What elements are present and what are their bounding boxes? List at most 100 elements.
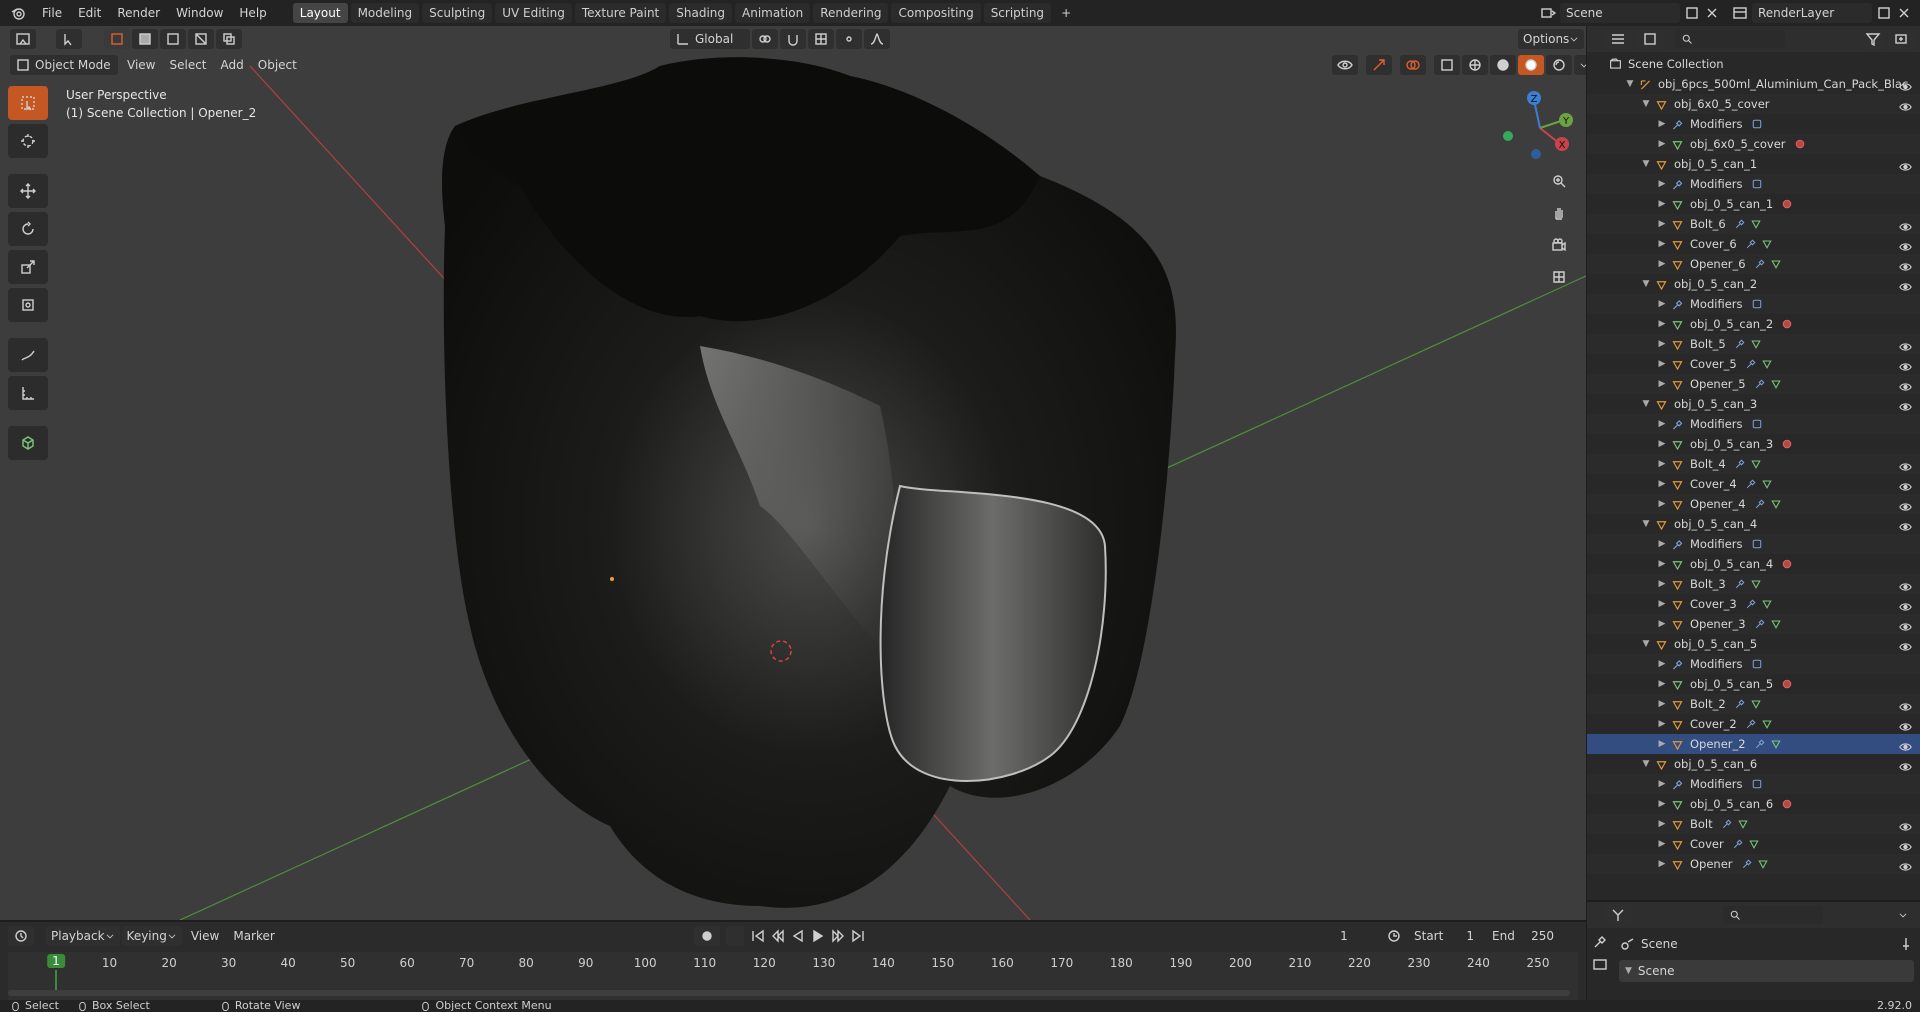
material-icon[interactable] bbox=[1781, 556, 1793, 572]
outliner-item[interactable]: ▶ obj_0_5_can_2 bbox=[1587, 314, 1920, 334]
options-button[interactable]: Options bbox=[1518, 29, 1585, 49]
object-data-icons[interactable] bbox=[1745, 356, 1773, 372]
expand-arrow-icon[interactable]: ▶ bbox=[1657, 114, 1667, 134]
rotate-tool[interactable] bbox=[8, 212, 48, 246]
outliner-item[interactable]: ▶ Cover_4 bbox=[1587, 474, 1920, 494]
expand-arrow-icon[interactable]: ▶ bbox=[1657, 174, 1667, 194]
snap-toggle-button[interactable] bbox=[780, 29, 806, 49]
blender-logo-icon[interactable] bbox=[10, 5, 26, 21]
expand-arrow-icon[interactable]: ▶ bbox=[1657, 474, 1667, 494]
expand-arrow-icon[interactable]: ▶ bbox=[1657, 494, 1667, 514]
outliner-item[interactable]: ▶ obj_0_5_can_4 bbox=[1587, 554, 1920, 574]
delete-scene-icon[interactable] bbox=[1704, 5, 1720, 21]
expand-arrow-icon[interactable]: ▶ bbox=[1657, 254, 1667, 274]
object-data-icons[interactable] bbox=[1734, 456, 1762, 472]
view-layer-icon[interactable] bbox=[1732, 5, 1748, 21]
material-icon[interactable] bbox=[1781, 676, 1793, 692]
visibility-eye-icon[interactable] bbox=[1899, 236, 1912, 256]
timeline-keying-menu[interactable]: Keying bbox=[121, 926, 182, 946]
play-reverse-icon[interactable] bbox=[790, 928, 806, 944]
collapse-arrow-icon[interactable]: ▼ bbox=[1641, 754, 1651, 774]
object-data-icons[interactable] bbox=[1754, 256, 1782, 272]
expand-arrow-icon[interactable]: ▶ bbox=[1657, 574, 1667, 594]
select-mode-button[interactable] bbox=[56, 29, 82, 49]
keying-set-button[interactable] bbox=[726, 926, 744, 946]
measure-tool[interactable] bbox=[8, 376, 48, 410]
outliner-item[interactable]: ▶ Modifiers bbox=[1587, 294, 1920, 314]
tab-rendering[interactable]: Rendering bbox=[813, 3, 889, 23]
menu-help[interactable]: Help bbox=[231, 0, 274, 26]
tool-settings-tab-icon[interactable] bbox=[1592, 934, 1608, 950]
jump-keyframe-forward-icon[interactable] bbox=[830, 928, 846, 944]
visibility-eye-icon[interactable] bbox=[1899, 636, 1912, 656]
expand-arrow-icon[interactable]: ▶ bbox=[1657, 594, 1667, 614]
object-data-icons[interactable] bbox=[1734, 216, 1762, 232]
menu-render[interactable]: Render bbox=[109, 0, 168, 26]
expand-arrow-icon[interactable]: ▶ bbox=[1657, 674, 1667, 694]
expand-arrow-icon[interactable]: ▶ bbox=[1657, 774, 1667, 794]
viewport-menu-object[interactable]: Object bbox=[251, 58, 304, 72]
shading-options-button[interactable] bbox=[1574, 55, 1586, 75]
tab-animation[interactable]: Animation bbox=[735, 3, 811, 23]
outliner-item[interactable]: ▶ obj_0_5_can_3 bbox=[1587, 434, 1920, 454]
outliner-item[interactable]: ▶ Modifiers bbox=[1587, 114, 1920, 134]
object-data-icons[interactable] bbox=[1754, 496, 1782, 512]
visibility-eye-icon[interactable] bbox=[1899, 516, 1912, 536]
expand-arrow-icon[interactable]: ▶ bbox=[1657, 294, 1667, 314]
proportional-edit-button[interactable] bbox=[836, 29, 862, 49]
select-new-button[interactable] bbox=[104, 29, 130, 49]
visibility-eye-icon[interactable] bbox=[1899, 376, 1912, 396]
annotate-tool[interactable] bbox=[8, 338, 48, 372]
outliner-item[interactable]: ▼ obj_0_5_can_6 bbox=[1587, 754, 1920, 774]
delete-view-layer-icon[interactable] bbox=[1896, 5, 1912, 21]
collapse-arrow-icon[interactable]: ▼ bbox=[1641, 94, 1651, 114]
visibility-eye-icon[interactable] bbox=[1899, 476, 1912, 496]
expand-arrow-icon[interactable]: ▶ bbox=[1657, 134, 1667, 154]
modifier-type-icon[interactable] bbox=[1751, 116, 1763, 132]
expand-arrow-icon[interactable]: ▶ bbox=[1657, 214, 1667, 234]
new-scene-icon[interactable] bbox=[1684, 5, 1700, 21]
timeline-ruler[interactable]: 1 10 20 30 40 50 60 70 80 90 100 110 120 130 140 150 160… bbox=[8, 952, 1578, 1002]
properties-search-input[interactable] bbox=[1723, 906, 1823, 924]
expand-arrow-icon[interactable]: ▶ bbox=[1657, 194, 1667, 214]
outliner-item[interactable]: ▶ Bolt_2 bbox=[1587, 694, 1920, 714]
end-frame-field[interactable]: End 250 bbox=[1486, 926, 1560, 946]
expand-arrow-icon[interactable]: ▶ bbox=[1657, 714, 1667, 734]
gizmo-toggle-button[interactable] bbox=[1366, 55, 1392, 75]
editor-type-button[interactable] bbox=[10, 29, 36, 49]
visibility-eye-icon[interactable] bbox=[1899, 716, 1912, 736]
play-icon[interactable] bbox=[810, 928, 826, 944]
jump-end-icon[interactable] bbox=[850, 928, 866, 944]
visibility-eye-icon[interactable] bbox=[1899, 76, 1912, 96]
outliner-item[interactable]: ▼ obj_0_5_can_2 bbox=[1587, 274, 1920, 294]
object-data-icons[interactable] bbox=[1734, 576, 1762, 592]
expand-arrow-icon[interactable]: ▶ bbox=[1657, 454, 1667, 474]
outliner-search-input[interactable] bbox=[1675, 30, 1785, 48]
tab-layout[interactable]: Layout bbox=[292, 3, 348, 23]
modifier-type-icon[interactable] bbox=[1751, 176, 1763, 192]
visibility-eye-icon[interactable] bbox=[1899, 496, 1912, 516]
expand-arrow-icon[interactable]: ▶ bbox=[1657, 814, 1667, 834]
material-icon[interactable] bbox=[1781, 316, 1793, 332]
expand-arrow-icon[interactable]: ▶ bbox=[1657, 534, 1667, 554]
xray-toggle-button[interactable] bbox=[1434, 55, 1460, 75]
outliner-filter-button[interactable] bbox=[1860, 29, 1886, 49]
visibility-eye-icon[interactable] bbox=[1899, 736, 1912, 756]
menu-edit[interactable]: Edit bbox=[70, 0, 109, 26]
expand-arrow-icon[interactable]: ▶ bbox=[1657, 694, 1667, 714]
collapse-arrow-icon[interactable]: ▼ bbox=[1625, 74, 1635, 94]
timeline-menu-marker[interactable]: Marker bbox=[226, 929, 281, 943]
auto-keying-button[interactable] bbox=[694, 926, 720, 946]
expand-arrow-icon[interactable]: ▶ bbox=[1657, 854, 1667, 874]
3d-viewport[interactable]: Global Options Object Mode View Select A… bbox=[0, 26, 1586, 920]
outliner-item[interactable]: ▶ Cover_5 bbox=[1587, 354, 1920, 374]
scene-panel-header[interactable]: ▼ Scene bbox=[1619, 960, 1914, 982]
select-invert-button[interactable] bbox=[188, 29, 214, 49]
shading-wireframe-button[interactable] bbox=[1462, 55, 1488, 75]
select-subtract-button[interactable] bbox=[160, 29, 186, 49]
modifier-type-icon[interactable] bbox=[1751, 296, 1763, 312]
snap-target-button[interactable] bbox=[808, 29, 834, 49]
current-frame-field[interactable]: 1 bbox=[1308, 926, 1380, 946]
outliner-item[interactable]: ▶ obj_0_5_can_1 bbox=[1587, 194, 1920, 214]
pan-hand-icon[interactable] bbox=[1546, 200, 1572, 226]
